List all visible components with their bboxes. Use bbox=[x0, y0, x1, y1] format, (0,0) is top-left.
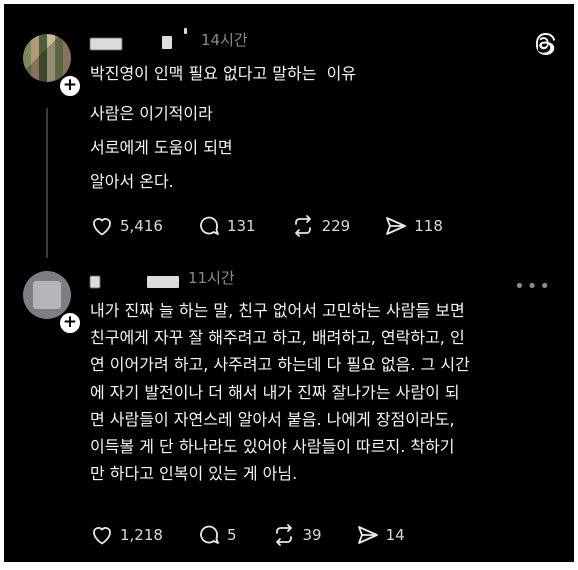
post-actions: 1,218 5 39 14 bbox=[90, 523, 439, 547]
username-redacted[interactable] bbox=[90, 276, 100, 288]
heart-icon bbox=[93, 218, 111, 236]
post-body-line: 연 이어가려 하고, 사주려고 하는데 다 필요 없음. 그 시간 bbox=[90, 355, 470, 375]
send-icon bbox=[357, 526, 378, 544]
post-body-line: 이득볼 게 단 하나라도 있어야 사람들이 따르지. 착하기 bbox=[90, 437, 455, 457]
post-body-line: 사람은 이기적이라 bbox=[90, 104, 213, 123]
like-button[interactable]: 5,416 bbox=[90, 214, 163, 238]
threads-feed: + 14시간 박진영이 인맥 필요 없다고 말하는 이유 사람은 이기적이라 서… bbox=[4, 4, 574, 562]
share-count: 118 bbox=[414, 217, 443, 235]
post-body-line: 친구에게 자꾸 잘 해주려고 하고, 배려하고, 연락하고, 인 bbox=[90, 328, 465, 348]
follow-plus-icon[interactable]: + bbox=[58, 311, 82, 335]
post-actions: 5,416 131 229 118 bbox=[90, 214, 477, 238]
follow-plus-icon[interactable]: + bbox=[58, 74, 82, 98]
username-redacted[interactable] bbox=[90, 38, 122, 50]
comment-count: 131 bbox=[226, 217, 256, 235]
comment-button[interactable]: 5 bbox=[197, 523, 237, 547]
repost-button[interactable]: 39 bbox=[271, 523, 322, 547]
post-body-line: 면 사람들이 자연스레 알아서 붙음. 나에게 장점이라도, bbox=[90, 409, 455, 429]
repost-icon bbox=[275, 524, 292, 546]
repost-button[interactable]: 229 bbox=[290, 214, 351, 238]
like-count: 1,218 bbox=[120, 526, 163, 544]
share-button[interactable]: 118 bbox=[384, 214, 443, 238]
like-count: 5,416 bbox=[120, 217, 163, 235]
share-count: 14 bbox=[385, 526, 405, 544]
post-title: 박진영이 인맥 필요 없다고 말하는 이유 bbox=[90, 64, 357, 83]
post-body: 내가 진짜 늘 하는 말, 친구 없어서 고민하는 사람들 보면 친구에게 자꾸… bbox=[90, 297, 560, 487]
comment-bubble-icon bbox=[200, 216, 219, 235]
like-button[interactable]: 1,218 bbox=[90, 523, 163, 547]
post-body-line: 내가 진짜 늘 하는 말, 친구 없어서 고민하는 사람들 보면 bbox=[90, 301, 465, 320]
verified-badge-redacted bbox=[147, 276, 179, 288]
heart-icon bbox=[93, 527, 111, 545]
post-body-line: 만 하다고 인복이 있는 게 아님. bbox=[90, 464, 298, 484]
comment-count: 5 bbox=[226, 526, 237, 544]
verified-badge-redacted bbox=[162, 36, 172, 49]
repost-count: 39 bbox=[302, 526, 322, 544]
post-time: 14시간 bbox=[201, 31, 248, 49]
comment-bubble-icon bbox=[200, 525, 219, 544]
post-body-line: 서로에게 도움이 되면 bbox=[90, 138, 233, 157]
threads-logo-icon[interactable] bbox=[532, 31, 556, 55]
share-button[interactable]: 14 bbox=[356, 523, 405, 547]
post-body-line: 알아서 온다. bbox=[90, 172, 174, 191]
redaction-mark bbox=[184, 28, 187, 34]
comment-button[interactable]: 131 bbox=[197, 214, 256, 238]
send-icon bbox=[386, 217, 407, 235]
post-time: 11시간 bbox=[188, 269, 235, 287]
more-options-button[interactable]: ••• bbox=[514, 276, 552, 297]
repost-icon bbox=[294, 215, 311, 237]
thread-connector-line bbox=[46, 108, 48, 258]
post-body-line: 에 자기 발전이나 더 해서 내가 진짜 잘나가는 사람이 되 bbox=[90, 382, 460, 402]
repost-count: 229 bbox=[321, 217, 351, 235]
